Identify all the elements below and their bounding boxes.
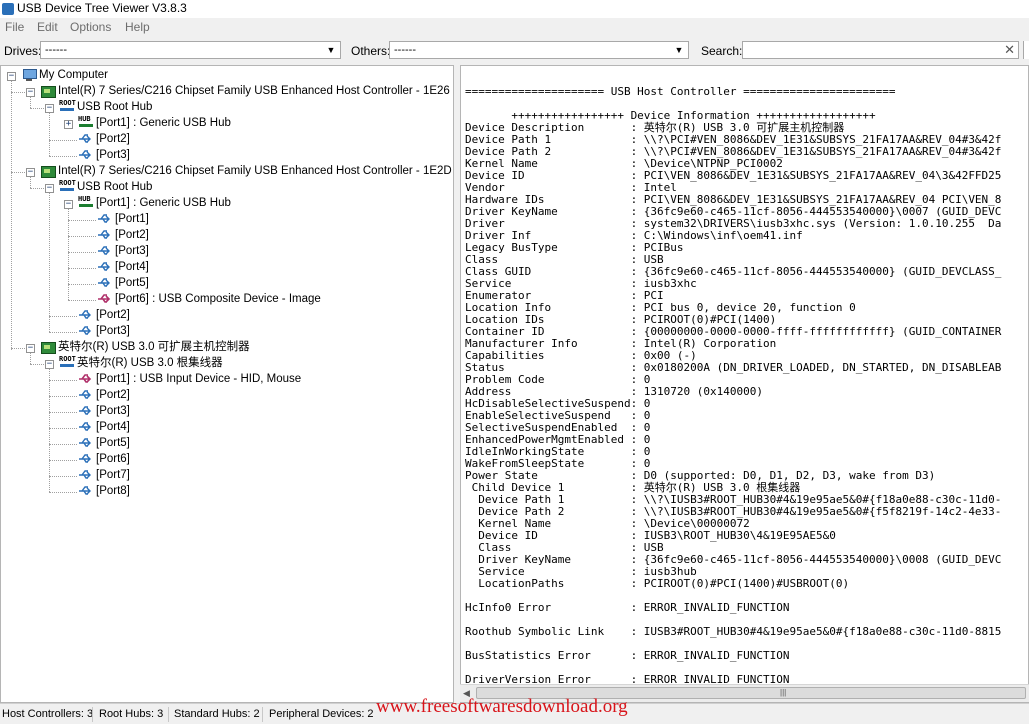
- search-input[interactable]: ✕: [742, 41, 1019, 59]
- chevron-down-icon[interactable]: ▼: [324, 42, 338, 58]
- tree-node-port[interactable]: [Port3]: [78, 147, 130, 163]
- drives-value: ------: [45, 44, 67, 56]
- hub-icon: HUB: [78, 115, 94, 131]
- status-peripheral-devices: Peripheral Devices: 2: [269, 708, 374, 720]
- toolbar-overflow: [1023, 41, 1029, 59]
- drives-dropdown[interactable]: ------ ▼: [40, 41, 341, 59]
- collapse-toggle[interactable]: −: [26, 168, 35, 177]
- app-icon: [2, 3, 14, 15]
- close-icon[interactable]: ✕: [1004, 42, 1015, 58]
- usb-port-icon: [78, 131, 94, 147]
- tree-node-hub[interactable]: HUB [Port1] : Generic USB Hub: [78, 115, 231, 131]
- drives-label: Drives:: [4, 44, 42, 58]
- usb-port-icon: [78, 467, 94, 483]
- tree-node-port[interactable]: [Port5]: [97, 275, 149, 291]
- toolbar: Drives: ------ ▼ Others: ------ ▼ Search…: [0, 38, 1029, 64]
- usb-port-icon: [78, 419, 94, 435]
- scroll-grip-icon: |||: [780, 688, 787, 697]
- collapse-toggle[interactable]: −: [45, 104, 54, 113]
- collapse-toggle[interactable]: −: [26, 344, 35, 353]
- tree-node-device[interactable]: [Port6] : USB Composite Device - Image: [97, 291, 321, 307]
- root-hub-icon: ROOT: [59, 99, 76, 115]
- detail-line: HcInfo0 Error : ERROR_INVALID_FUNCTION: [465, 601, 790, 614]
- usb-port-icon: [78, 307, 94, 323]
- menu-bar: File Edit Options Help: [0, 18, 1029, 38]
- expand-toggle[interactable]: +: [64, 120, 73, 129]
- title-bar: USB Device Tree Viewer V3.8.3: [0, 0, 1029, 19]
- tree-node-root-hub[interactable]: ROOTUSB Root Hub: [59, 99, 152, 115]
- tree-node-host-controller[interactable]: Intel(R) 7 Series/C216 Chipset Family US…: [40, 83, 450, 99]
- tree-node-port[interactable]: [Port2]: [78, 131, 130, 147]
- collapse-toggle[interactable]: −: [45, 184, 54, 193]
- usb-port-icon: [97, 259, 113, 275]
- collapse-toggle[interactable]: −: [45, 360, 54, 369]
- usb-port-icon: [78, 403, 94, 419]
- usb-device-icon: [78, 371, 94, 387]
- tree-node-port[interactable]: [Port6]: [78, 451, 130, 467]
- host-controller-icon: [40, 163, 56, 179]
- root-hub-icon: ROOT: [59, 355, 76, 371]
- tree-node-hub[interactable]: HUB [Port1] : Generic USB Hub: [78, 195, 231, 211]
- device-tree[interactable]: − − − + − − − − − My Computer Intel(R) 7…: [0, 65, 454, 703]
- others-value: ------: [394, 44, 416, 56]
- menu-edit[interactable]: Edit: [36, 20, 59, 34]
- tree-node-port[interactable]: [Port5]: [78, 435, 130, 451]
- tree-node-port[interactable]: [Port3]: [78, 323, 130, 339]
- tree-node-port[interactable]: [Port3]: [78, 403, 130, 419]
- tree-node-device[interactable]: [Port1] : USB Input Device - HID, Mouse: [78, 371, 301, 387]
- details-pane[interactable]: ===================== USB Host Controlle…: [460, 65, 1029, 703]
- tree-node-port[interactable]: [Port1]: [97, 211, 149, 227]
- tree-node-port[interactable]: [Port2]: [97, 227, 149, 243]
- search-label: Search:: [701, 44, 743, 58]
- usb-port-icon: [78, 147, 94, 163]
- collapse-toggle[interactable]: −: [7, 72, 16, 81]
- status-host-controllers: Host Controllers: 3: [2, 708, 94, 720]
- computer-icon: [21, 67, 37, 83]
- tree-node-port[interactable]: [Port2]: [78, 387, 130, 403]
- tree-node-port[interactable]: [Port7]: [78, 467, 130, 483]
- tree-node-root-hub[interactable]: ROOT英特尔(R) USB 3.0 根集线器: [59, 355, 223, 371]
- tree-node-root-hub[interactable]: ROOTUSB Root Hub: [59, 179, 152, 195]
- usb-device-icon: [97, 291, 113, 307]
- tree-node-port[interactable]: [Port4]: [97, 259, 149, 275]
- usb-port-icon: [78, 435, 94, 451]
- tree-node-port[interactable]: [Port3]: [97, 243, 149, 259]
- usb-port-icon: [97, 275, 113, 291]
- menu-help[interactable]: Help: [124, 20, 151, 34]
- root-hub-icon: ROOT: [59, 179, 76, 195]
- usb-port-icon: [97, 243, 113, 259]
- detail-line: Roothub Symbolic Link : IUSB3#ROOT_HUB30…: [465, 625, 1002, 638]
- status-standard-hubs: Standard Hubs: 2: [174, 708, 260, 720]
- details-text: ===================== USB Host Controlle…: [465, 74, 1001, 686]
- hub-icon: HUB: [78, 195, 94, 211]
- others-dropdown[interactable]: ------ ▼: [389, 41, 689, 59]
- usb-port-icon: [97, 211, 113, 227]
- window-title: USB Device Tree Viewer V3.8.3: [17, 1, 187, 15]
- status-root-hubs: Root Hubs: 3: [99, 708, 164, 720]
- usb-port-icon: [78, 451, 94, 467]
- tree-node-port[interactable]: [Port4]: [78, 419, 130, 435]
- detail-line: LocationPaths : PCIROOT(0)#PCI(1400)#USB…: [465, 577, 850, 590]
- usb-port-icon: [78, 387, 94, 403]
- menu-file[interactable]: File: [4, 20, 25, 34]
- others-label: Others:: [351, 44, 391, 58]
- chevron-down-icon[interactable]: ▼: [672, 42, 686, 58]
- usb-port-icon: [78, 483, 94, 499]
- usb-port-icon: [97, 227, 113, 243]
- tree-node-port[interactable]: [Port8]: [78, 483, 130, 499]
- tree-node-host-controller[interactable]: 英特尔(R) USB 3.0 可扩展主机控制器: [40, 339, 250, 355]
- host-controller-icon: [40, 83, 56, 99]
- tree-node-my-computer[interactable]: My Computer: [21, 67, 108, 83]
- host-controller-icon: [40, 339, 56, 355]
- watermark: www.freesoftwaresdownload.org: [376, 696, 628, 717]
- tree-node-port[interactable]: [Port2]: [78, 307, 130, 323]
- detail-line: ===================== USB Host Controlle…: [465, 85, 896, 98]
- detail-line: BusStatistics Error : ERROR_INVALID_FUNC…: [465, 649, 790, 662]
- usb-port-icon: [78, 323, 94, 339]
- collapse-toggle[interactable]: −: [26, 88, 35, 97]
- menu-options[interactable]: Options: [69, 20, 112, 34]
- collapse-toggle[interactable]: −: [64, 200, 73, 209]
- tree-node-host-controller[interactable]: Intel(R) 7 Series/C216 Chipset Family US…: [40, 163, 452, 179]
